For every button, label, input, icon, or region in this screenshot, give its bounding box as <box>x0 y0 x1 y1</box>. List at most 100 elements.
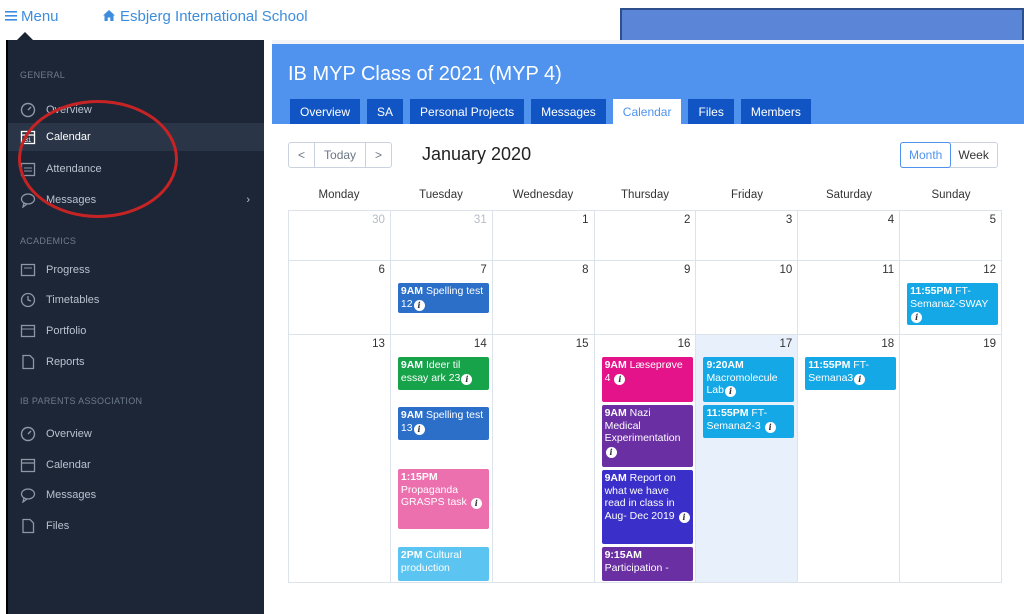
week-row: 13 14 9AM Ideer til essay ark 23 i 9AM Sp… <box>289 335 1003 583</box>
info-icon[interactable]: i <box>854 373 866 385</box>
tab-files[interactable]: Files <box>688 99 734 124</box>
day-number: 12 <box>983 264 997 276</box>
main-content: IB MYP Class of 2021 (MYP 4) Overview SA… <box>272 40 1024 614</box>
day-cell[interactable]: 7 9AM Spelling test 12 i <box>390 261 493 335</box>
event-time: 1:15PM <box>400 471 438 483</box>
calendar-event[interactable]: 11:55PM FT-Semana3 i <box>805 357 897 390</box>
day-cell[interactable]: 19 <box>900 335 1003 583</box>
calendar-event[interactable]: 9AM Spelling test 13 i <box>397 407 489 440</box>
hamburger-icon <box>5 8 17 25</box>
day-cell[interactable]: 2 <box>594 211 697 261</box>
day-header-saturday: Saturday <box>825 189 873 201</box>
day-cell[interactable]: 11 <box>798 261 901 335</box>
calendar-event[interactable]: 9:20AM Macromolecule Lab i <box>703 357 795 402</box>
day-cell[interactable]: 16 9AM Læseprøve 4 i 9AM Nazi Medical Ex… <box>594 335 697 583</box>
tab-personal-projects[interactable]: Personal Projects <box>410 99 525 124</box>
day-cell[interactable]: 12 11:55PM FT-Semana2-SWAYi <box>900 261 1003 335</box>
calendar-event[interactable]: 9:15AM Participation - <box>601 547 693 581</box>
day-cell[interactable]: 10 <box>696 261 799 335</box>
calendar-event[interactable]: 1:15PM Propaganda GRASPS task i <box>397 469 489 529</box>
day-cell[interactable]: 4 <box>798 211 901 261</box>
day-cell[interactable]: 14 9AM Ideer til essay ark 23 i 9AM Spell… <box>390 335 493 583</box>
sidebar-item-label: Progress <box>46 264 91 276</box>
day-cell[interactable]: 15 <box>492 335 595 583</box>
event-time: 9AM <box>604 407 627 419</box>
day-cell[interactable]: 8 <box>492 261 595 335</box>
day-cell[interactable]: 18 11:55PM FT-Semana3 i <box>798 335 901 583</box>
month-view-button[interactable]: Month <box>900 142 952 168</box>
info-icon[interactable]: i <box>413 299 425 311</box>
event-time: 9:15AM <box>604 549 642 561</box>
week-view-button[interactable]: Week <box>950 143 996 167</box>
info-icon[interactable]: i <box>470 498 482 509</box>
tab-messages[interactable]: Messages <box>531 99 606 124</box>
day-number: 2 <box>684 214 691 226</box>
day-number: 5 <box>989 214 997 226</box>
clock-icon <box>20 292 36 308</box>
sidebar-item-progress[interactable]: Progress <box>8 256 264 284</box>
event-time: 11:55PM <box>910 285 953 297</box>
day-cell[interactable]: 9 <box>594 261 697 335</box>
day-number: 1 <box>582 214 589 226</box>
info-icon[interactable]: i <box>614 373 626 385</box>
sidebar-item-ibpa-messages[interactable]: Messages <box>8 481 264 509</box>
day-cell[interactable]: 6 <box>289 261 391 335</box>
day-cell[interactable]: 31 <box>390 211 493 261</box>
day-header-monday: Monday <box>318 189 360 201</box>
tab-bar: Overview SA Personal Projects Messages C… <box>290 99 811 124</box>
calendar-event[interactable]: 11:55PM FT-Semana2-3 i <box>703 405 795 438</box>
tab-members[interactable]: Members <box>740 99 811 124</box>
prev-month-button[interactable]: < <box>289 143 314 167</box>
day-cell-today[interactable]: 17 9:20AM Macromolecule Lab i 11:55PM FT-… <box>696 335 799 583</box>
tab-sa[interactable]: SA <box>367 99 404 124</box>
day-cell[interactable]: 5 <box>900 211 1003 261</box>
info-icon[interactable]: i <box>764 421 776 433</box>
info-icon[interactable]: i <box>678 511 690 523</box>
messages-icon <box>20 487 36 503</box>
event-title: Participation - <box>604 561 669 574</box>
calendar-event[interactable]: 9AM Nazi Medical Experimentation i <box>601 405 693 467</box>
calendar-event[interactable]: 9AM Ideer til essay ark 23 i <box>397 357 489 390</box>
tab-calendar[interactable]: Calendar <box>612 99 682 124</box>
sidebar-item-label: Messages <box>46 489 97 501</box>
day-number: 16 <box>677 338 691 350</box>
info-icon[interactable]: i <box>724 386 736 397</box>
info-icon[interactable]: i <box>911 312 923 323</box>
sidebar-item-portfolio[interactable]: Portfolio <box>8 317 264 345</box>
day-number: 4 <box>887 214 895 226</box>
day-number: 31 <box>473 214 487 226</box>
event-time: 9AM <box>400 359 424 371</box>
sidebar-item-ibpa-files[interactable]: Files <box>8 512 264 540</box>
day-cell[interactable]: 1 <box>492 211 595 261</box>
day-number: 17 <box>779 338 793 350</box>
calendar-grid: Monday Tuesday Wednesday Thursday Friday… <box>288 186 1003 583</box>
info-icon[interactable]: i <box>461 373 473 385</box>
calendar-event[interactable]: 9AM Spelling test 12 i <box>397 283 489 313</box>
home-icon <box>103 8 115 25</box>
day-cell[interactable]: 30 <box>289 211 391 261</box>
files-icon <box>20 518 36 534</box>
day-cell[interactable]: 13 <box>289 335 391 583</box>
calendar-event[interactable]: 2PM Cultural production <box>397 547 489 581</box>
next-month-button[interactable]: > <box>365 143 391 167</box>
sidebar-item-ibpa-calendar[interactable]: Calendar <box>8 451 264 479</box>
calendar-event[interactable]: 9AM Report on what we have read in class… <box>601 470 693 544</box>
info-icon[interactable]: i <box>605 446 617 458</box>
top-bar: Menu Esbjerg International School <box>0 0 1024 46</box>
calendar-event[interactable]: 9AM Læseprøve 4 i <box>601 357 693 402</box>
day-number: 13 <box>372 338 385 350</box>
day-cell[interactable]: 3 <box>696 211 799 261</box>
calendar-event[interactable]: 11:55PM FT-Semana2-SWAYi <box>907 283 999 325</box>
school-link[interactable]: Esbjerg International School <box>103 8 308 25</box>
sidebar-item-reports[interactable]: Reports <box>8 348 264 376</box>
today-button[interactable]: Today <box>314 143 365 167</box>
sidebar-item-timetables[interactable]: Timetables <box>8 286 264 314</box>
tab-overview[interactable]: Overview <box>290 99 361 124</box>
sidebar-item-label: Reports <box>46 356 85 368</box>
info-icon[interactable]: i <box>413 423 425 435</box>
sidebar-section-ib-parents: IB PARENTS ASSOCIATION <box>20 396 143 406</box>
day-header-sunday: Sunday <box>931 189 971 201</box>
day-number: 11 <box>882 264 895 276</box>
menu-button[interactable]: Menu <box>5 8 59 25</box>
sidebar-item-ibpa-overview[interactable]: Overview <box>8 420 264 448</box>
